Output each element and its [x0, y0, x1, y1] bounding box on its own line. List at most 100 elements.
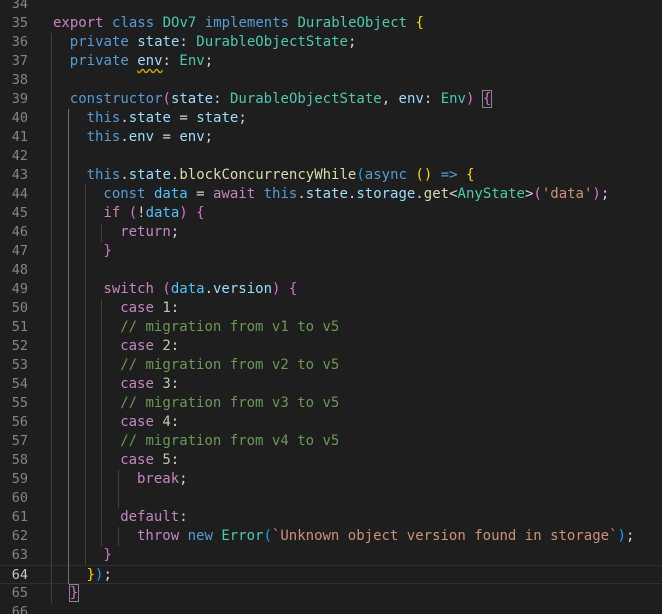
code-line[interactable]: 39 constructor(state: DurableObjectState,… [0, 90, 662, 109]
code-text: case 4: [120, 413, 179, 432]
code-text: throw new Error(`Unknown object version … [137, 527, 634, 546]
code-token: Error [221, 528, 264, 544]
code-token: { [196, 205, 205, 221]
code-line[interactable]: 58 case 5: [0, 451, 662, 470]
code-line[interactable]: 50 case 1: [0, 299, 662, 318]
matched-bracket: { [481, 90, 493, 108]
code-line[interactable]: 66 [0, 603, 662, 614]
code-text: } [103, 242, 111, 261]
line-number: 47 [11, 243, 28, 259]
code-token: this [86, 110, 121, 126]
code-token: private [69, 53, 129, 69]
code-line[interactable]: 55 // migration from v3 to v5 [0, 394, 662, 413]
code-line[interactable]: 45 if (!data) { [0, 204, 662, 223]
code-line[interactable]: 34 [0, 0, 662, 14]
code-token: data [153, 186, 188, 202]
code-token: data [170, 281, 205, 297]
line-number: 41 [11, 129, 28, 145]
code-line[interactable]: 35 export class DOv7 implements DurableOb… [0, 14, 662, 33]
code-line[interactable]: 37 private env: Env; [0, 52, 662, 71]
indent-guide [67, 109, 69, 584]
code-text: }); [87, 566, 112, 585]
line-number: 61 [11, 509, 28, 525]
code-token: blockConcurrencyWhile [179, 167, 357, 183]
code-token: this [86, 167, 121, 183]
code-line[interactable]: 61 default: [0, 508, 662, 527]
code-text: if (!data) { [103, 204, 204, 223]
line-number: 64 [11, 567, 28, 583]
code-line[interactable]: 57 // migration from v4 to v5 [0, 432, 662, 451]
code-line[interactable]: 46 return; [0, 223, 662, 242]
code-text: case 1: [120, 299, 179, 318]
code-token: : [170, 452, 180, 468]
line-number: 51 [11, 319, 28, 335]
indent-guide [51, 33, 52, 603]
code-token: new [187, 528, 213, 544]
code-token: switch [103, 281, 154, 297]
code-token: storage [356, 186, 416, 202]
code-line[interactable]: 47} [0, 242, 662, 261]
code-token: class [112, 15, 155, 31]
code-editor[interactable]: 34 35 export class DOv7 implements Durable… [0, 0, 662, 614]
code-token: ; [103, 567, 112, 583]
line-number: 45 [11, 205, 28, 221]
code-token: } [103, 243, 112, 259]
code-line[interactable]: 41 this.env = env; [0, 128, 662, 147]
code-line[interactable]: 60 [0, 489, 662, 508]
line-number: 54 [11, 376, 28, 392]
code-line[interactable]: 38 [0, 71, 662, 90]
code-line[interactable]: 36 private state: DurableObjectState; [0, 33, 662, 52]
code-text: case 5: [120, 451, 179, 470]
code-line[interactable]: 42 [0, 147, 662, 166]
code-token: ( [162, 91, 171, 107]
code-text: default: [120, 508, 187, 527]
code-line[interactable]: 62 throw new Error(`Unknown object versio… [0, 527, 662, 546]
code-token: . [297, 186, 306, 202]
code-line[interactable]: 65} [0, 584, 662, 603]
code-token: default [120, 509, 180, 525]
code-token: : [170, 376, 180, 392]
indent-guide [84, 185, 86, 565]
code-line[interactable]: 53 // migration from v2 to v5 [0, 356, 662, 375]
code-line[interactable]: 56 case 4: [0, 413, 662, 432]
code-token: DurableObject [297, 15, 408, 31]
code-line[interactable]: 48 [0, 261, 662, 280]
code-token: ; [347, 34, 357, 50]
code-token: < [449, 186, 458, 202]
code-line[interactable]: 54 case 3: [0, 375, 662, 394]
code-token: state [137, 34, 180, 50]
warning-token: env [137, 53, 163, 69]
code-line[interactable]: 51 // migration from v1 to v5 [0, 318, 662, 337]
code-token: : [170, 338, 180, 354]
code-token: break [137, 471, 180, 487]
code-line[interactable]: 64}); [0, 565, 662, 584]
line-number: 55 [11, 395, 28, 411]
code-text: case 2: [120, 337, 179, 356]
code-line[interactable]: 52 case 2: [0, 337, 662, 356]
code-line[interactable]: 40 this.state = state; [0, 109, 662, 128]
code-token: = [170, 110, 197, 126]
code-token: ; [600, 186, 610, 202]
code-token: this [86, 129, 121, 145]
code-line[interactable]: 43 this.state.blockConcurrencyWhile(async… [0, 166, 662, 185]
code-line[interactable]: 59 break; [0, 470, 662, 489]
code-token: env [128, 129, 155, 145]
code-token: ( [356, 167, 365, 183]
line-number: 65 [11, 585, 28, 601]
matched-bracket: } [68, 584, 80, 602]
line-number: 57 [11, 433, 28, 449]
code-line[interactable]: 49 switch (data.version) { [0, 280, 662, 299]
code-line[interactable]: 63} [0, 546, 662, 565]
code-token: ) [179, 205, 188, 221]
code-token: = [187, 186, 213, 202]
code-token: () [415, 167, 433, 183]
code-token: async [364, 167, 407, 183]
code-line[interactable]: 44 const data = await this.state.storage.… [0, 185, 662, 204]
code-text: private env: Env; [70, 52, 213, 71]
code-token: : [179, 34, 197, 50]
code-token: if [103, 205, 121, 221]
code-token: } [103, 547, 112, 563]
code-token: { [415, 15, 424, 31]
